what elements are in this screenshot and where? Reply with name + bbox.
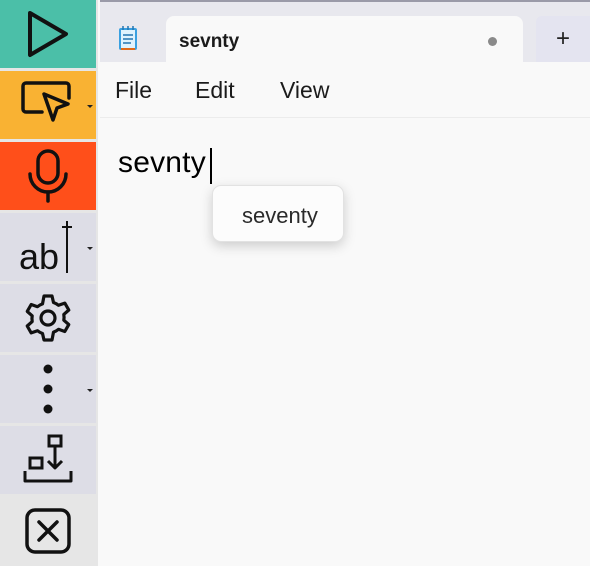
screen-pointer-icon xyxy=(21,81,71,122)
side-toolbar: ab xyxy=(0,0,98,566)
more-options-button[interactable] xyxy=(0,355,96,423)
microphone-button[interactable] xyxy=(0,142,96,210)
new-tab-button[interactable]: + xyxy=(536,16,590,62)
notepad-app-icon xyxy=(119,26,137,50)
screen-pointer-button[interactable] xyxy=(0,71,96,139)
more-vertical-icon xyxy=(43,364,53,414)
chevron-down-icon[interactable] xyxy=(87,105,93,108)
download-tray-icon xyxy=(23,434,73,483)
svg-text:ab: ab xyxy=(19,236,59,277)
suggestion-item[interactable]: seventy xyxy=(242,203,318,229)
tab-strip: sevnty + xyxy=(100,0,590,66)
play-button[interactable] xyxy=(0,0,96,68)
text-editor[interactable]: sevnty seventy xyxy=(100,119,590,566)
unsaved-dot-icon[interactable] xyxy=(488,37,497,46)
notepad-window: sevnty + File Edit View sevnty seventy xyxy=(100,0,590,566)
menu-view[interactable]: View xyxy=(280,77,329,104)
text-insert-button[interactable]: ab xyxy=(0,213,96,281)
text-cursor-ab-icon: ab xyxy=(19,221,72,277)
document-text[interactable]: sevnty xyxy=(118,146,206,180)
close-box-icon xyxy=(25,508,71,554)
menu-file[interactable]: File xyxy=(115,77,152,104)
tab-title: sevnty xyxy=(179,31,240,52)
download-button[interactable] xyxy=(0,426,96,494)
chevron-down-icon[interactable] xyxy=(87,389,93,392)
tab-sevnty[interactable]: sevnty xyxy=(166,16,523,66)
text-caret xyxy=(210,148,212,184)
menu-edit[interactable]: Edit xyxy=(195,77,235,104)
settings-button[interactable] xyxy=(0,284,96,352)
close-button[interactable] xyxy=(0,497,96,565)
play-icon xyxy=(28,11,68,57)
chevron-down-icon[interactable] xyxy=(87,247,93,250)
gear-icon xyxy=(25,294,71,342)
spelling-suggestion-popup: seventy xyxy=(212,185,344,242)
microphone-icon xyxy=(28,149,68,203)
menu-bar: File Edit View xyxy=(100,62,590,118)
